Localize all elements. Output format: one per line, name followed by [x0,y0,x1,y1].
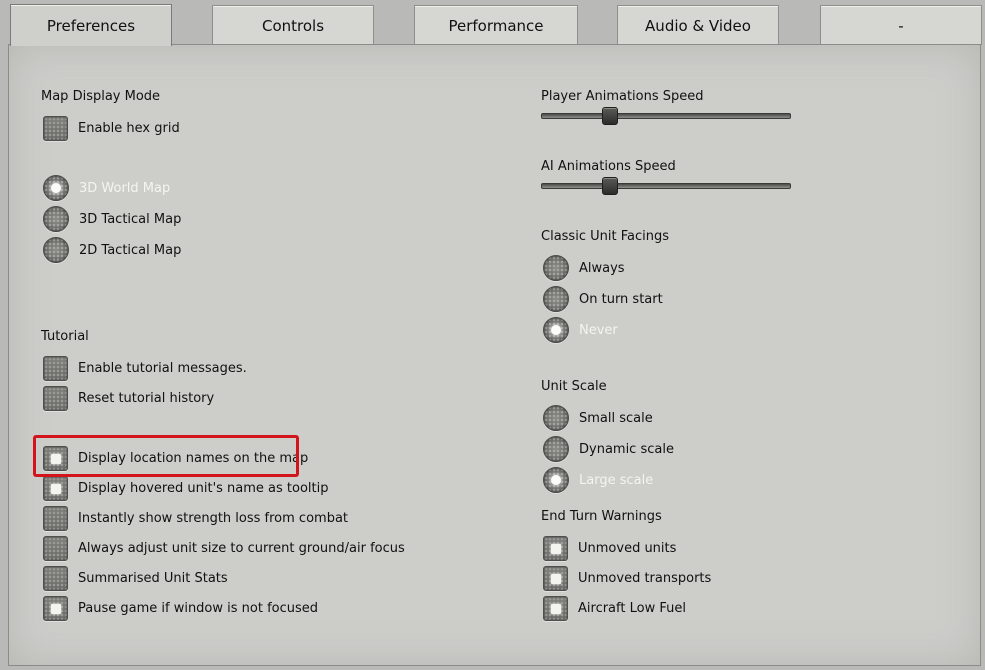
option-label: Instantly show strength loss from combat [78,510,349,526]
radio[interactable] [543,286,569,312]
reset-tutorial-option[interactable]: Reset tutorial history [43,385,214,411]
summarised-stats-option[interactable]: Summarised Unit Stats [43,565,228,591]
hex-grid-option[interactable]: Enable hex grid [43,115,180,141]
radio[interactable] [43,206,69,232]
tab-performance[interactable]: Performance [414,5,578,45]
checkbox[interactable] [43,595,68,621]
radio[interactable] [543,467,569,493]
option-label: Enable tutorial messages. [78,360,247,376]
checkbox[interactable] [43,445,68,471]
location-names-option[interactable]: Display location names on the map [43,445,308,471]
checkbox[interactable] [43,115,68,141]
checkbox[interactable] [43,565,68,591]
option-label: 2D Tactical Map [79,242,182,258]
option-label: Small scale [579,410,653,426]
facings-heading: Classic Unit Facings [541,229,669,244]
player-anim-heading: Player Animations Speed [541,89,704,104]
ai-anim-slider[interactable] [541,176,791,196]
tab-audio-video[interactable]: Audio & Video [617,5,779,45]
option-label: Enable hex grid [78,120,180,136]
option-label: Summarised Unit Stats [78,570,228,586]
slider-thumb[interactable] [602,177,618,195]
strength-loss-option[interactable]: Instantly show strength loss from combat [43,505,348,531]
map-mode-3d-world[interactable]: 3D World Map [43,175,170,201]
hovered-name-tooltip-option[interactable]: Display hovered unit's name as tooltip [43,475,329,501]
tab-label: Controls [261,16,325,35]
pause-unfocused-option[interactable]: Pause game if window is not focused [43,595,318,621]
tab-controls[interactable]: Controls [212,5,374,45]
facing-never[interactable]: Never [543,317,618,343]
option-label: Reset tutorial history [78,390,215,406]
option-label: On turn start [579,291,663,307]
tutorial-heading: Tutorial [41,329,89,344]
option-label: Pause game if window is not focused [78,600,319,616]
enable-tutorial-option[interactable]: Enable tutorial messages. [43,355,247,381]
radio[interactable] [43,237,69,263]
tab-label: - [898,16,904,35]
aircraft-low-fuel-option[interactable]: Aircraft Low Fuel [543,595,686,621]
map-mode-2d-tactical[interactable]: 2D Tactical Map [43,237,181,263]
option-label: Display location names on the map [78,450,309,466]
option-label: Always [579,260,625,276]
ai-anim-heading: AI Animations Speed [541,159,676,174]
option-label: 3D World Map [79,180,171,196]
scale-small[interactable]: Small scale [543,405,653,431]
option-label: 3D Tactical Map [79,211,182,227]
checkbox[interactable] [543,535,568,561]
radio[interactable] [43,175,69,201]
unmoved-transports-option[interactable]: Unmoved transports [543,565,711,591]
option-label: Display hovered unit's name as tooltip [78,480,329,496]
option-label: Never [579,322,618,338]
radio[interactable] [543,317,569,343]
tab-extra[interactable]: - [820,5,982,45]
unmoved-units-option[interactable]: Unmoved units [543,535,676,561]
tab-label: Audio & Video [645,16,751,35]
checkbox[interactable] [543,595,568,621]
option-label: Always adjust unit size to current groun… [78,540,405,556]
option-label: Aircraft Low Fuel [578,600,686,616]
option-label: Large scale [579,472,654,488]
scale-dynamic[interactable]: Dynamic scale [543,436,674,462]
checkbox[interactable] [543,565,568,591]
player-anim-slider[interactable] [541,106,791,126]
map-display-heading: Map Display Mode [41,89,161,104]
checkbox[interactable] [43,535,68,561]
radio[interactable] [543,255,569,281]
option-label: Unmoved units [578,540,677,556]
tab-bar: Preferences Controls Performance Audio &… [0,0,985,46]
checkbox[interactable] [43,385,68,411]
checkbox[interactable] [43,505,68,531]
map-mode-3d-tactical[interactable]: 3D Tactical Map [43,206,181,232]
tab-label: Performance [448,16,544,35]
tab-label: Preferences [46,16,136,35]
checkbox[interactable] [43,355,68,381]
slider-track[interactable] [541,183,791,189]
scale-large[interactable]: Large scale [543,467,653,493]
preferences-panel: Map Display Mode Enable hex grid 3D Worl… [8,44,981,666]
end-turn-heading: End Turn Warnings [541,509,662,524]
tab-preferences[interactable]: Preferences [10,4,172,46]
slider-thumb[interactable] [602,107,618,125]
option-label: Unmoved transports [578,570,712,586]
radio[interactable] [543,436,569,462]
slider-track[interactable] [541,113,791,119]
option-label: Dynamic scale [579,441,674,457]
adjust-unit-size-option[interactable]: Always adjust unit size to current groun… [43,535,405,561]
facing-turn-start[interactable]: On turn start [543,286,663,312]
facing-always[interactable]: Always [543,255,625,281]
checkbox[interactable] [43,475,68,501]
unit-scale-heading: Unit Scale [541,379,607,394]
radio[interactable] [543,405,569,431]
